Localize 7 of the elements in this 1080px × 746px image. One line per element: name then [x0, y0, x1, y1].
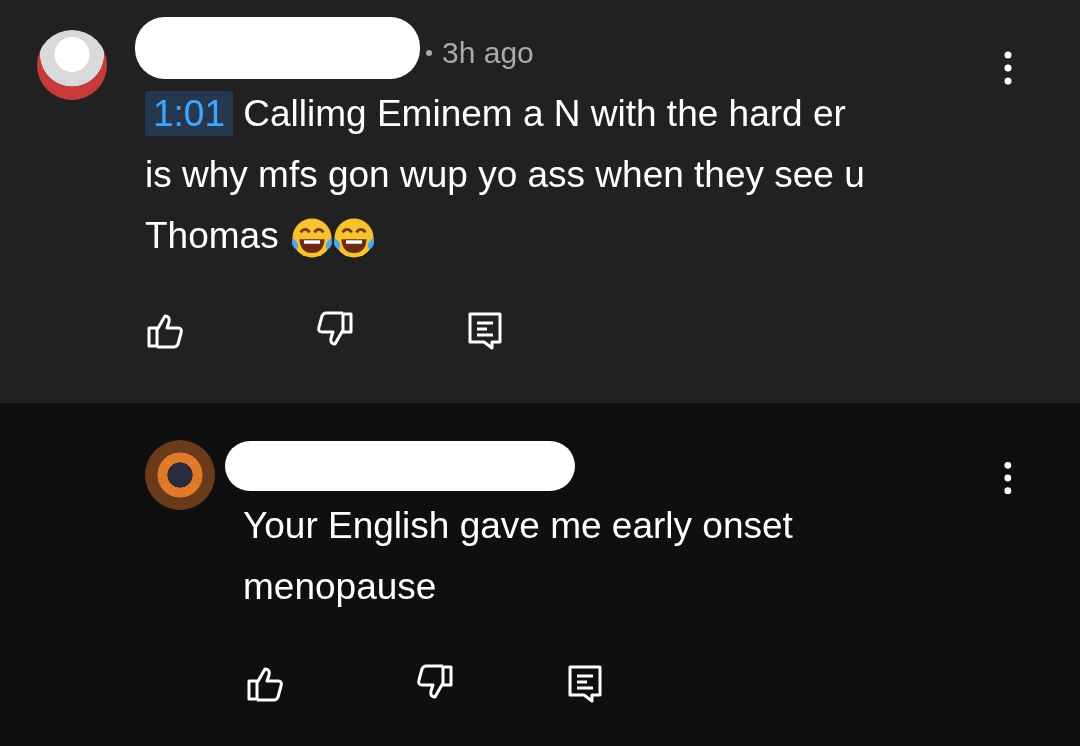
separator-dot: [426, 49, 432, 56]
timestamp-link[interactable]: 1:01: [145, 91, 233, 136]
comment-text: Your English gave me early onset menopause: [242, 504, 794, 609]
more-icon[interactable]: [1002, 460, 1014, 496]
time-ago: 3h ago: [442, 35, 534, 70]
comment-text: 1:01 Callimg Eminem a N with the hard er is why mfs gon wup yo ass when they see u Thomas: [135, 83, 995, 266]
more-icon[interactable]: [1002, 50, 1014, 86]
